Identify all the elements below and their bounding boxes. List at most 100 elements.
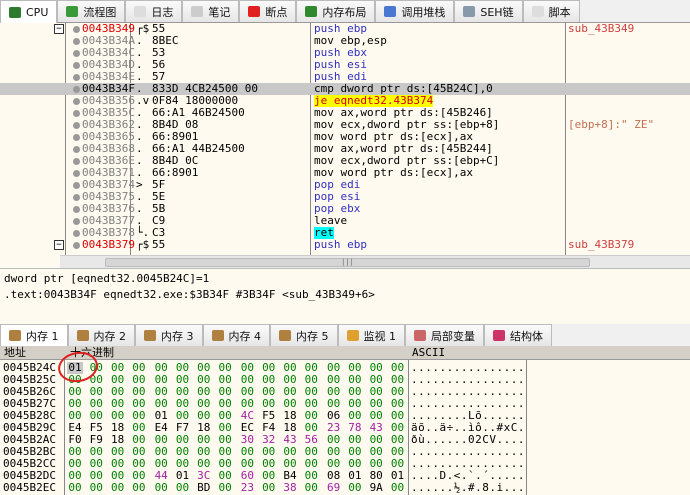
- hex-byte[interactable]: 00: [347, 482, 363, 494]
- tab-watch-5[interactable]: 监视 1: [337, 324, 405, 346]
- dump-row[interactable]: 0045B27C 00 00 00 00 00 00 00 00 00 00 00 00 00 00 00 00…: [0, 398, 690, 410]
- breakpoint-dot-icon[interactable]: [73, 242, 80, 249]
- breakpoint-dot-icon[interactable]: [73, 122, 80, 129]
- hex-byte[interactable]: 00: [390, 482, 406, 494]
- breakpoint-dot-icon[interactable]: [73, 158, 80, 165]
- hex-byte[interactable]: 00: [217, 482, 233, 494]
- hex-byte[interactable]: 23: [239, 482, 255, 494]
- tab-script-8[interactable]: 脚本: [522, 0, 580, 22]
- watch-icon: [346, 330, 359, 341]
- breakpoint-dot-icon[interactable]: [73, 62, 80, 69]
- dump-row[interactable]: 0045B2BC 00 00 00 00 00 00 00 00 00 00 00 00 00 00 00 00…: [0, 446, 690, 458]
- call-stack-icon: [384, 6, 397, 17]
- tab-seh-7[interactable]: SEH链: [454, 0, 523, 22]
- hex-byte[interactable]: BD: [196, 482, 212, 494]
- tab-label: 内存 2: [93, 329, 127, 343]
- tab-memory-0[interactable]: 内存 1: [0, 324, 68, 346]
- collapse-toggle[interactable]: −: [54, 240, 64, 250]
- memory-icon: [76, 330, 89, 341]
- memory-dump-view[interactable]: 0045B24C 01 00 00 00 00 00 00 00 00 00 00 00 00 00 00 00…: [0, 360, 690, 495]
- tab-graph-1[interactable]: 流程图: [57, 0, 126, 22]
- dump-row[interactable]: 0045B28C 00 00 00 00 01 00 00 00 4C F5 18 00 06 00 00 00…: [0, 410, 690, 422]
- breakpoint-dot-icon[interactable]: [73, 74, 80, 81]
- dump-row[interactable]: 0045B2DC 00 00 00 00 44 01 3C 00 60 00 B4 00 08 01 80 01…: [0, 470, 690, 482]
- info-panel: dword ptr [eqnedt32.0045B24C]=1 .text:004…: [0, 268, 690, 324]
- hex-byte[interactable]: 00: [153, 482, 169, 494]
- hex-byte[interactable]: 9A: [368, 482, 384, 494]
- main-tab-bar: CPU 流程图 日志 笔记 断点 内存布局 调用堆栈 SEH链 脚本: [0, 0, 690, 23]
- tab-label: 日志: [151, 5, 174, 19]
- breakpoint-dot-icon[interactable]: [73, 110, 80, 117]
- tab-memory-1[interactable]: 内存 2: [67, 324, 135, 346]
- hex-byte[interactable]: 38: [282, 482, 298, 494]
- dump-header: 地址 十六进制 ASCII: [0, 346, 690, 360]
- hex-byte[interactable]: 00: [67, 482, 83, 494]
- hex-byte[interactable]: 00: [175, 482, 191, 494]
- breakpoint-dot-icon[interactable]: [73, 206, 80, 213]
- dump-row[interactable]: 0045B24C 01 00 00 00 00 00 00 00 00 00 00 00 00 00 00 00…: [0, 362, 690, 374]
- tab-cpu-0[interactable]: CPU: [0, 0, 58, 23]
- breakpoint-dot-icon[interactable]: [73, 98, 80, 105]
- tab-memory-3[interactable]: 内存 4: [202, 324, 270, 346]
- tab-label: 结构体: [510, 329, 543, 343]
- tab-breakpoint-4[interactable]: 断点: [239, 0, 297, 22]
- tab-label: CPU: [26, 5, 49, 19]
- scrollbar-thumb[interactable]: |||: [105, 258, 590, 267]
- struct-icon: [493, 330, 505, 341]
- disasm-row[interactable]: − 0043B379 ┌$ 55 push ebp sub_43B379: [0, 239, 690, 251]
- tab-label: 调用堆栈: [401, 5, 446, 19]
- comment: [ebp+8]:" ZE": [568, 118, 655, 131]
- breakpoint-dot-icon[interactable]: [73, 182, 80, 189]
- dump-row[interactable]: 0045B26C 00 00 00 00 00 00 00 00 00 00 00 00 00 00 00 00…: [0, 386, 690, 398]
- tab-label: 笔记: [208, 5, 231, 19]
- info-line-1: dword ptr [eqnedt32.0045B24C]=1: [4, 272, 210, 285]
- collapse-toggle[interactable]: −: [54, 24, 64, 34]
- tab-locals-6[interactable]: 局部变量: [405, 324, 484, 346]
- log-icon: [134, 6, 147, 17]
- breakpoint-dot-icon[interactable]: [73, 194, 80, 201]
- tab-memory-4[interactable]: 内存 5: [270, 324, 338, 346]
- dump-row[interactable]: 0045B25C 00 00 00 00 00 00 00 00 00 00 00 00 00 00 00 00…: [0, 374, 690, 386]
- disassembly-horizontal-scrollbar[interactable]: |||: [60, 255, 690, 268]
- dump-row[interactable]: 0045B2EC 00 00 00 00 00 00 BD 00 23 00 38 00 69 00 9A 00…: [0, 482, 690, 494]
- dump-row[interactable]: 0045B2CC 00 00 00 00 00 00 00 00 00 00 00 00 00 00 00 00…: [0, 458, 690, 470]
- tab-call-stack-6[interactable]: 调用堆栈: [375, 0, 455, 22]
- hex-byte[interactable]: 00: [261, 482, 277, 494]
- hex-byte[interactable]: 00: [110, 482, 126, 494]
- info-line-3: .text:0043B34F eqnedt32.exe:$3B34F #3B34…: [4, 288, 375, 301]
- breakpoint-dot-icon[interactable]: [73, 86, 80, 93]
- tab-notes-3[interactable]: 笔记: [182, 0, 240, 22]
- tab-label: 内存布局: [322, 5, 367, 19]
- hex-byte[interactable]: 00: [303, 482, 319, 494]
- instruction-address: 0043B379: [82, 238, 135, 251]
- breakpoint-dot-icon[interactable]: [73, 134, 80, 141]
- breakpoint-dot-icon[interactable]: [73, 170, 80, 177]
- instruction-text: push ebp: [314, 238, 367, 251]
- script-icon: [531, 6, 544, 17]
- breakpoint-dot-icon[interactable]: [73, 50, 80, 57]
- disassembly-view[interactable]: −0043B349 ┌$ 55 push ebp sub_43B349 0043B34A.…: [0, 23, 690, 255]
- tab-memory-2[interactable]: 内存 3: [135, 324, 203, 346]
- tab-struct-7[interactable]: 结构体: [484, 324, 552, 346]
- dump-address: 0045B2EC: [3, 481, 56, 494]
- breakpoint-dot-icon[interactable]: [73, 218, 80, 225]
- breakpoint-dot-icon[interactable]: [73, 230, 80, 237]
- notes-icon: [191, 6, 204, 17]
- tab-label: 断点: [265, 5, 288, 19]
- memory-icon: [211, 330, 224, 341]
- breakpoint-dot-icon[interactable]: [73, 146, 80, 153]
- hex-byte[interactable]: 00: [131, 482, 147, 494]
- tab-label: 脚本: [548, 5, 571, 19]
- memory-icon: [144, 330, 156, 341]
- hex-byte[interactable]: 69: [326, 482, 342, 494]
- breakpoint-dot-icon[interactable]: [73, 26, 80, 33]
- breakpoint-icon: [248, 6, 261, 17]
- graph-icon: [66, 6, 79, 17]
- tab-memory-map-5[interactable]: 内存布局: [296, 0, 376, 22]
- hex-byte[interactable]: 00: [88, 482, 104, 494]
- breakpoint-dot-icon[interactable]: [73, 38, 80, 45]
- dump-row[interactable]: 0045B29C E4 F5 18 00 E4 F7 18 00 EC F4 18 00 23 78 43 00…: [0, 422, 690, 434]
- dump-row[interactable]: 0045B2AC F0 F9 18 00 00 00 00 00 30 32 43 56 00 00 00 00…: [0, 434, 690, 446]
- comment: sub_43B379: [568, 238, 635, 251]
- tab-log-2[interactable]: 日志: [125, 0, 183, 22]
